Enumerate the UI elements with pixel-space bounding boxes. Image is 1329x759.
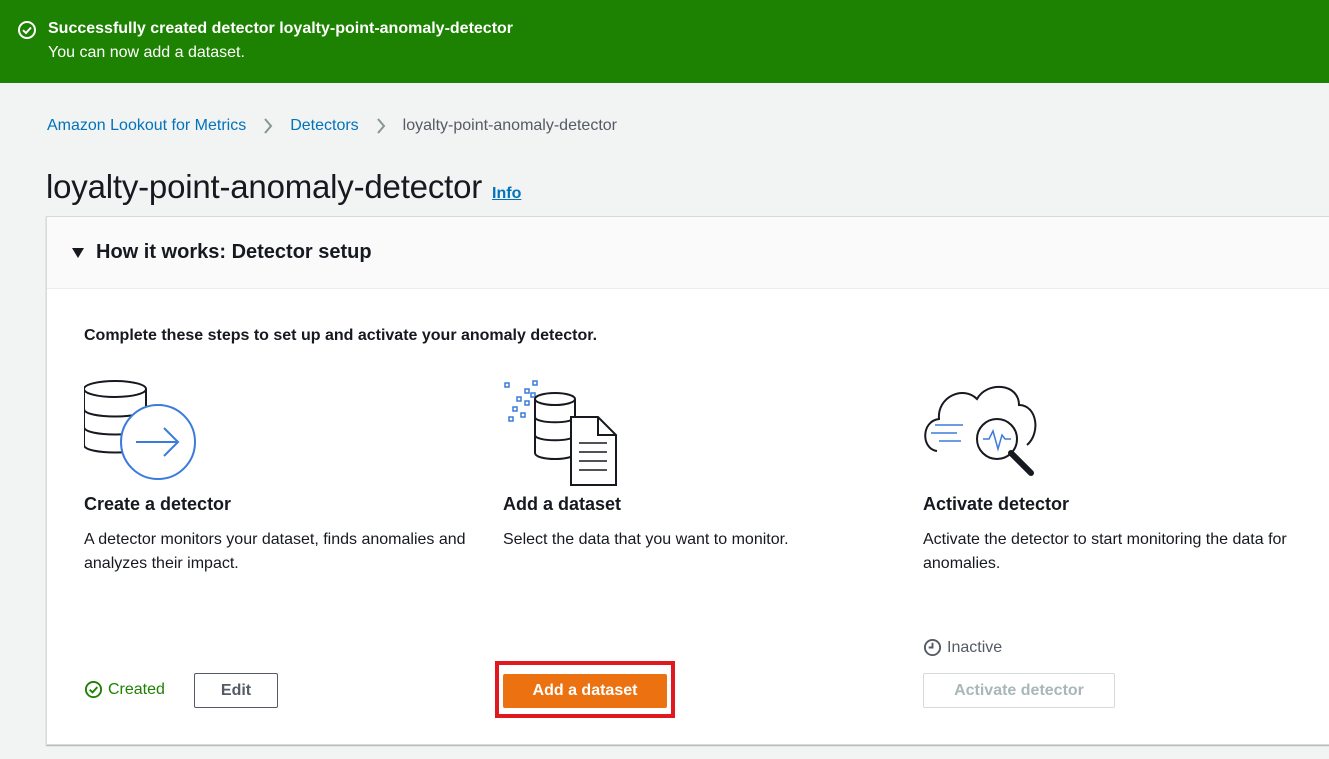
step-title: Add a dataset [503, 494, 622, 514]
step-description: Select the data that you want to monitor… [503, 531, 789, 548]
add-dataset-button[interactable]: Add a dataset [503, 674, 667, 708]
status-inactive-label: Inactive [947, 638, 1003, 656]
panel-title: How it works: Detector setup [96, 241, 372, 263]
check-circle-icon [84, 680, 103, 699]
database-arrow-icon [83, 380, 196, 480]
cloud-magnifier-icon [924, 385, 1037, 476]
clock-icon [923, 638, 942, 657]
chevron-right-icon [368, 116, 394, 136]
page-header: loyalty-point-anomaly-detector Info [46, 168, 521, 206]
step-activate-detector: Activate detector Activate the detector … [923, 377, 1313, 572]
edit-button[interactable]: Edit [194, 673, 278, 708]
status-created-label: Created [108, 680, 165, 698]
success-flash-banner: Successfully created detector loyalty-po… [0, 0, 1329, 83]
step-add-dataset: Add a dataset Select the data that you w… [503, 377, 893, 548]
flash-message: You can now add a dataset. [48, 44, 245, 61]
how-it-works-panel: How it works: Detector setup Complete th… [46, 216, 1329, 745]
status-inactive: Inactive [923, 638, 1002, 657]
step-create-detector: Create a detector A detector monitors yo… [83, 377, 474, 572]
panel-header-toggle[interactable]: How it works: Detector setup [47, 217, 1329, 289]
success-check-icon [18, 21, 36, 39]
caret-down-icon [72, 247, 84, 258]
step-description: A detector monitors your dataset, finds … [84, 531, 466, 572]
breadcrumb-detectors[interactable]: Detectors [290, 117, 358, 135]
breadcrumb-lookout-for-metrics[interactable]: Amazon Lookout for Metrics [47, 117, 246, 135]
panel-intro: Complete these steps to set up and activ… [84, 327, 598, 344]
status-created: Created [84, 680, 165, 699]
info-link[interactable]: Info [492, 185, 521, 203]
breadcrumb: Amazon Lookout for Metrics Detectors loy… [47, 116, 617, 136]
page-title: loyalty-point-anomaly-detector [46, 168, 483, 205]
flash-title: Successfully created detector loyalty-po… [48, 20, 514, 37]
step-title: Activate detector [923, 494, 1070, 514]
database-document-icon [504, 380, 617, 486]
chevron-right-icon [255, 116, 281, 136]
step-title: Create a detector [84, 494, 232, 514]
activate-detector-button[interactable]: Activate detector [923, 673, 1115, 708]
breadcrumb-current: loyalty-point-anomaly-detector [402, 117, 617, 134]
step-description: Activate the detector to start monitorin… [923, 531, 1287, 572]
